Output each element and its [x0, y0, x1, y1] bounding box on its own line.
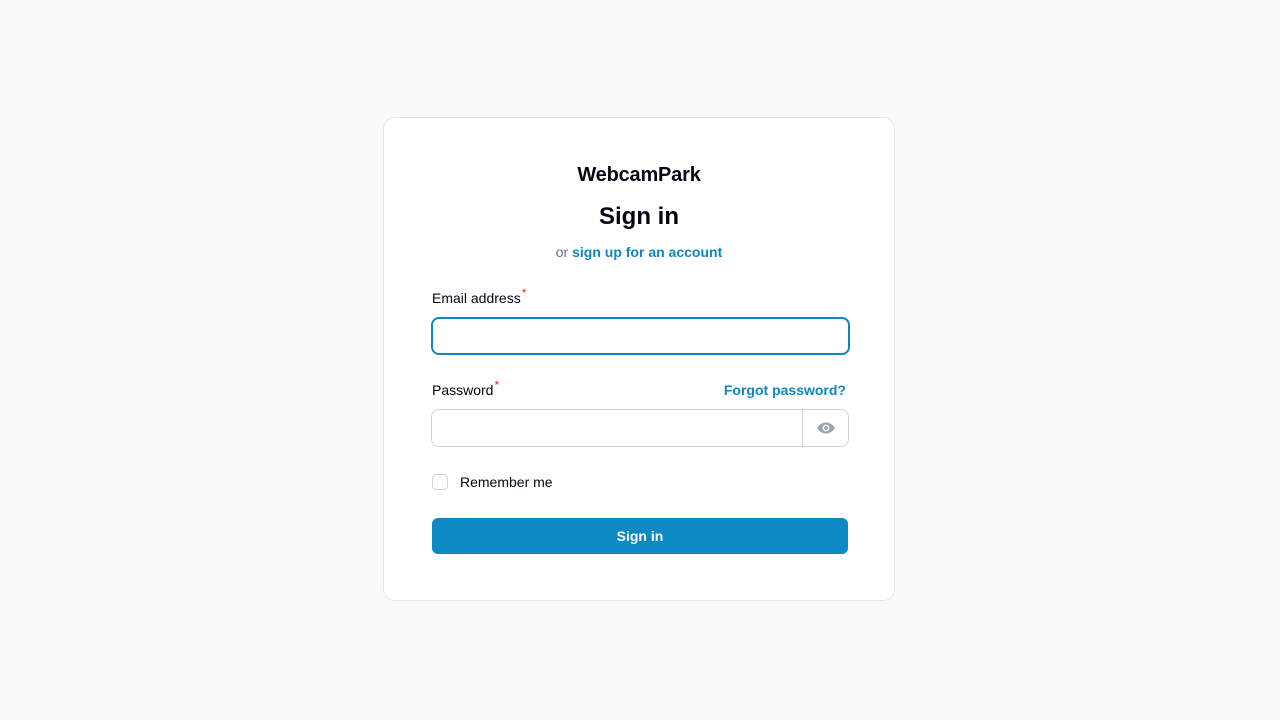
email-label: Email address*	[432, 286, 526, 306]
password-field[interactable]	[432, 410, 804, 446]
required-marker: *	[521, 286, 527, 300]
sign-in-card: WebcamPark Sign in or sign up for an acc…	[383, 117, 895, 601]
remember-me-label[interactable]: Remember me	[460, 474, 553, 490]
password-group	[431, 409, 849, 447]
required-marker: *	[494, 378, 500, 392]
email-label-text: Email address	[432, 290, 521, 306]
email-field[interactable]	[431, 317, 850, 355]
signup-prompt: or sign up for an account	[384, 244, 894, 260]
forgot-password-link[interactable]: Forgot password?	[724, 382, 846, 398]
remember-me-checkbox[interactable]	[432, 474, 448, 490]
signup-link[interactable]: sign up for an account	[572, 244, 722, 260]
eye-icon	[816, 422, 835, 434]
sign-in-button[interactable]: Sign in	[432, 518, 848, 554]
signup-prefix: or	[555, 244, 569, 260]
page-title: Sign in	[599, 203, 679, 230]
brand-logo: WebcamPark	[577, 164, 701, 186]
password-label-text: Password	[432, 382, 494, 398]
remember-me: Remember me	[432, 474, 553, 490]
password-label: Password*	[432, 378, 499, 398]
show-password-button[interactable]	[802, 410, 848, 446]
